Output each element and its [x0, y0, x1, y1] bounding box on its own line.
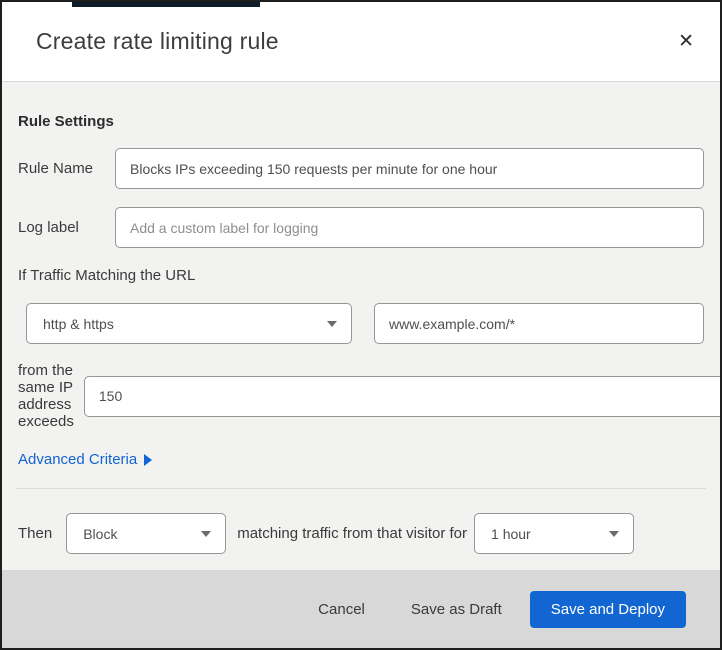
chevron-down-icon: [201, 530, 212, 537]
then-label: Then: [18, 525, 53, 542]
caret-right-icon: [144, 454, 153, 466]
section-divider: [16, 488, 706, 489]
rule-name-label: Rule Name: [18, 160, 94, 177]
traffic-match-heading: If Traffic Matching the URL: [18, 267, 196, 284]
chevron-down-icon: [609, 530, 620, 537]
scheme-select[interactable]: http & https: [26, 303, 352, 344]
exceeds-text: from the same IP address exceeds: [18, 362, 74, 430]
save-and-deploy-button[interactable]: Save and Deploy: [529, 590, 686, 628]
top-accent-bar: [72, 2, 260, 7]
threshold-row: from the same IP address exceeds request…: [18, 362, 720, 430]
url-pattern-input[interactable]: [374, 303, 704, 344]
create-rate-limiting-rule-dialog: Create rate limiting rule ✕ Rule Setting…: [0, 0, 722, 650]
log-label-input[interactable]: [115, 207, 704, 248]
action-select[interactable]: Block: [66, 513, 227, 554]
log-label-label: Log label: [18, 219, 79, 236]
action-row: Then Block matching traffic from that vi…: [18, 513, 704, 554]
duration-select-value: 1 hour: [491, 525, 531, 542]
rule-name-input[interactable]: [115, 148, 704, 189]
dialog-header: Create rate limiting rule ✕: [2, 2, 720, 82]
matching-traffic-text: matching traffic from that visitor for: [237, 525, 468, 542]
advanced-criteria-link[interactable]: Advanced Criteria: [18, 451, 153, 468]
scheme-select-value: http & https: [43, 315, 114, 332]
scheme-url-row: http & https: [26, 303, 704, 344]
chevron-down-icon: [327, 320, 337, 327]
request-count-input[interactable]: [83, 375, 720, 417]
dialog-footer: Cancel Save as Draft Save and Deploy: [2, 570, 720, 648]
rule-name-row: Rule Name: [18, 148, 704, 189]
dialog-title: Create rate limiting rule: [36, 28, 279, 54]
close-icon[interactable]: ✕: [674, 28, 698, 55]
action-select-value: Block: [83, 525, 118, 542]
rule-settings-heading: Rule Settings: [18, 113, 114, 130]
advanced-criteria-label: Advanced Criteria: [18, 451, 138, 468]
log-label-row: Log label: [18, 207, 704, 248]
cancel-button[interactable]: Cancel: [318, 601, 365, 618]
save-as-draft-button[interactable]: Save as Draft: [411, 601, 502, 618]
dialog-body: Rule Settings Rule Name Log label If Tra…: [2, 82, 720, 570]
duration-select[interactable]: 1 hour: [474, 513, 635, 554]
